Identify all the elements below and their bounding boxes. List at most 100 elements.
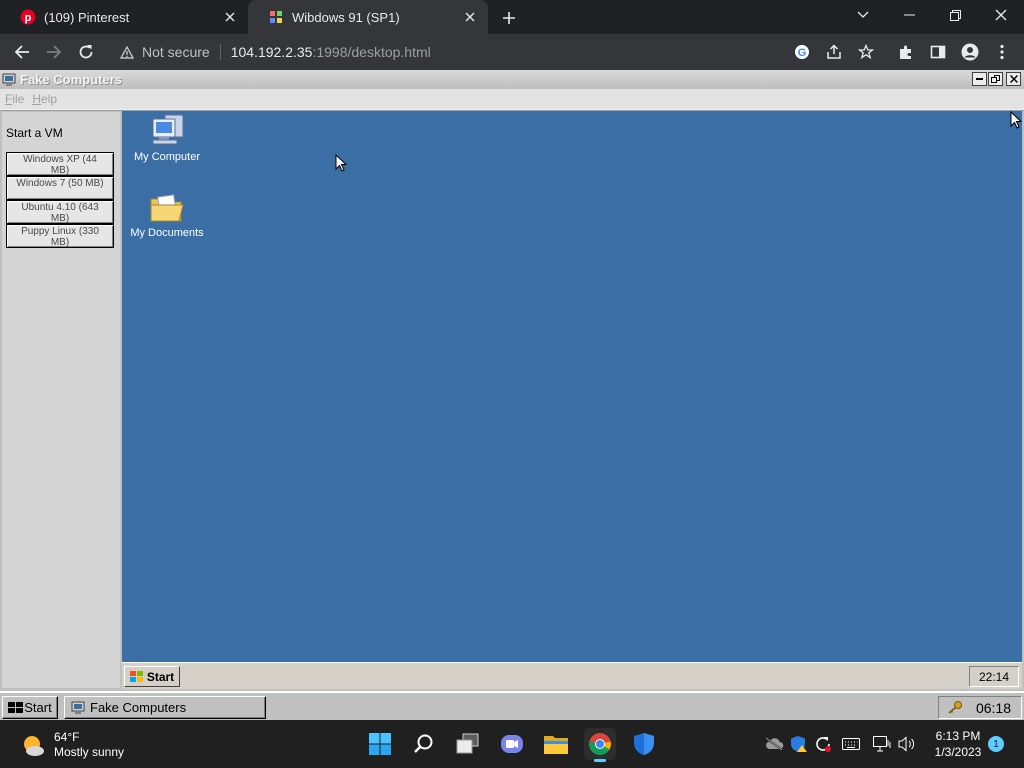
side-panel-icon xyxy=(930,45,946,59)
tab-wibdows[interactable]: Wibdows 91 (SP1) xyxy=(248,0,488,34)
app-close-button[interactable] xyxy=(1006,72,1021,86)
clock-time: 6:13 PM xyxy=(935,729,981,743)
my-computer-icon xyxy=(152,114,184,145)
address-separator xyxy=(219,44,221,60)
mouse-cursor-icon xyxy=(1010,111,1022,129)
task-view-icon xyxy=(456,733,479,754)
vm-button-windows-7[interactable]: Windows 7 (50 MB) xyxy=(6,176,114,200)
app-minimize-button[interactable] xyxy=(972,72,987,86)
sidebar-heading: Start a VM xyxy=(6,126,63,140)
site-clock: 06:18 xyxy=(975,699,1011,716)
google-lens-button[interactable]: G xyxy=(788,38,816,66)
notification-badge[interactable]: 1 xyxy=(988,736,1004,752)
plus-icon xyxy=(503,12,515,24)
keyboard-tray-icon[interactable] xyxy=(841,734,861,754)
profile-button[interactable] xyxy=(956,38,984,66)
vm-list: Windows XP (44 MB) Windows 7 (50 MB) Ubu… xyxy=(6,152,114,248)
system-clock[interactable]: 6:13 PM 1/3/2023 xyxy=(928,728,988,760)
search-icon xyxy=(414,734,433,753)
defender-button[interactable] xyxy=(628,728,660,760)
close-icon xyxy=(1009,75,1018,83)
vm-sidebar: Start a VM Windows XP (44 MB) Windows 7 … xyxy=(2,112,120,688)
taskbar-item-fake-computers[interactable]: Fake Computers xyxy=(64,696,266,719)
minimize-button[interactable] xyxy=(886,0,932,30)
star-icon xyxy=(858,44,874,60)
arrow-right-icon xyxy=(47,45,62,59)
bookmark-button[interactable] xyxy=(852,38,880,66)
teams-chat-button[interactable] xyxy=(496,728,528,760)
task-view-button[interactable] xyxy=(452,728,484,760)
warning-icon xyxy=(120,45,134,59)
tab-pinterest[interactable]: p (109) Pinterest xyxy=(0,0,248,34)
vm-button-windows-xp[interactable]: Windows XP (44 MB) xyxy=(6,152,114,176)
speaker-icon xyxy=(898,736,915,752)
windows-taskbar: 64°F Mostly sunny 6:13 PM 1/3/2023 1 xyxy=(0,720,1024,768)
close-window-button[interactable] xyxy=(978,0,1024,30)
windows-start-button[interactable] xyxy=(364,728,396,760)
browser-toolbar: Not secure 104.192.2.35 :1998/desktop.ht… xyxy=(0,34,1024,70)
vm-clock: 22:14 xyxy=(969,666,1019,687)
restore-button[interactable] xyxy=(932,0,978,30)
browser-tabstrip: p (109) Pinterest Wibdows 91 (SP1) xyxy=(0,0,1024,34)
desktop-icon-my-computer[interactable]: My Computer xyxy=(122,113,212,163)
chat-icon xyxy=(501,735,523,753)
vm-desktop[interactable]: My Computer My Documents xyxy=(122,111,1022,662)
mouse-cursor-icon xyxy=(335,154,347,172)
menu-help[interactable]: Help xyxy=(32,92,57,106)
vm-start-label: Start xyxy=(146,669,175,684)
vm-button-ubuntu[interactable]: Ubuntu 4.10 (643 MB) xyxy=(6,200,114,224)
back-button[interactable] xyxy=(8,38,36,66)
search-button[interactable] xyxy=(408,728,440,760)
pinterest-icon: p xyxy=(20,9,36,25)
tab-title: Wibdows 91 (SP1) xyxy=(292,9,400,25)
reload-button[interactable] xyxy=(72,38,100,66)
app-maximize-button[interactable] xyxy=(988,72,1003,86)
desktop-icon-label: My Computer xyxy=(133,151,201,163)
chevron-down-icon xyxy=(857,11,869,18)
extensions-button[interactable] xyxy=(892,38,920,66)
app-titlebar[interactable]: Fake Computers xyxy=(0,70,1024,89)
ethernet-icon xyxy=(873,736,891,752)
site-start-button[interactable]: Start xyxy=(2,696,58,719)
vm-button-puppy-linux[interactable]: Puppy Linux (330 MB) xyxy=(6,224,114,248)
menu-button[interactable] xyxy=(988,38,1016,66)
security-tray-icon[interactable] xyxy=(789,734,809,754)
restore-icon xyxy=(991,75,1000,83)
vm-start-button[interactable]: Start xyxy=(124,666,180,687)
share-button[interactable] xyxy=(820,38,848,66)
computer-icon xyxy=(71,701,85,714)
file-explorer-button[interactable] xyxy=(540,728,572,760)
puzzle-icon xyxy=(900,45,911,59)
windows-logo-icon xyxy=(129,670,143,682)
refresh-icon xyxy=(816,737,831,752)
close-icon xyxy=(995,9,1007,21)
tab-search-button[interactable] xyxy=(840,0,886,30)
side-panel-button[interactable] xyxy=(924,38,952,66)
volume-tray-icon[interactable] xyxy=(897,734,917,754)
clock-date: 1/3/2023 xyxy=(934,745,982,759)
update-tray-icon[interactable] xyxy=(813,734,833,754)
close-tab-icon[interactable] xyxy=(462,9,478,25)
chrome-taskbar-button[interactable] xyxy=(584,728,616,762)
onedrive-tray-icon[interactable] xyxy=(764,734,784,754)
folder-icon xyxy=(150,194,184,222)
computer-icon xyxy=(2,73,16,86)
app-menubar: File Help xyxy=(0,89,1024,109)
svg-text:G: G xyxy=(798,47,807,59)
shield-icon xyxy=(634,733,654,755)
weather-widget[interactable]: 64°F Mostly sunny xyxy=(20,730,124,760)
address-bar[interactable]: Not secure 104.192.2.35 :1998/desktop.ht… xyxy=(108,37,888,67)
fake-computers-window: Fake Computers File Help Start a VM Wind… xyxy=(0,70,1024,720)
reload-icon xyxy=(79,45,93,59)
vm-taskbar: Start 22:14 xyxy=(122,662,1022,689)
url-host: 104.192.2.35 xyxy=(230,44,313,60)
close-tab-icon[interactable] xyxy=(222,9,238,25)
menu-file[interactable]: File xyxy=(5,92,24,106)
folder-icon xyxy=(544,736,568,754)
site-favicon-icon xyxy=(270,11,282,23)
minimize-icon xyxy=(903,14,915,16)
forward-button[interactable] xyxy=(40,38,68,66)
desktop-icon-my-documents[interactable]: My Documents xyxy=(122,191,212,239)
network-tray-icon[interactable] xyxy=(872,734,892,754)
new-tab-button[interactable] xyxy=(498,7,520,29)
